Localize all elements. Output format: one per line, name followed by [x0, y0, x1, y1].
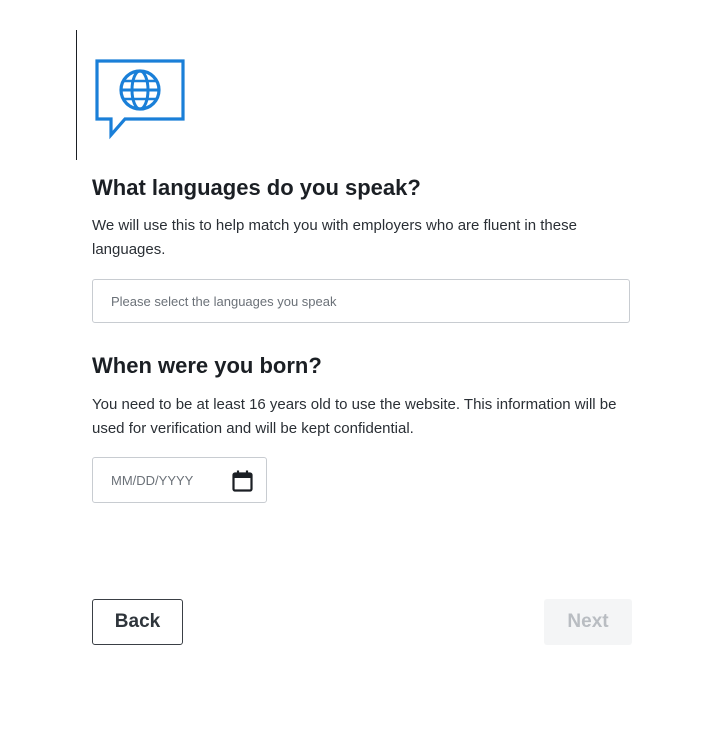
back-button[interactable]: Back [92, 599, 183, 645]
languages-select[interactable] [92, 279, 630, 323]
languages-heading: What languages do you speak? [92, 175, 421, 200]
birthdate-description: You need to be at least 16 years old to … [92, 396, 617, 437]
languages-input[interactable] [93, 280, 629, 322]
languages-description: We will use this to help match you with … [92, 217, 577, 258]
next-button[interactable]: Next [544, 599, 632, 645]
vertical-divider [76, 30, 77, 160]
calendar-icon[interactable] [232, 470, 253, 492]
birthdate-input[interactable] [93, 458, 223, 502]
birthdate-heading: When were you born? [92, 353, 322, 378]
birthdate-field[interactable] [92, 457, 267, 503]
globe-speech-bubble-icon [95, 59, 185, 140]
